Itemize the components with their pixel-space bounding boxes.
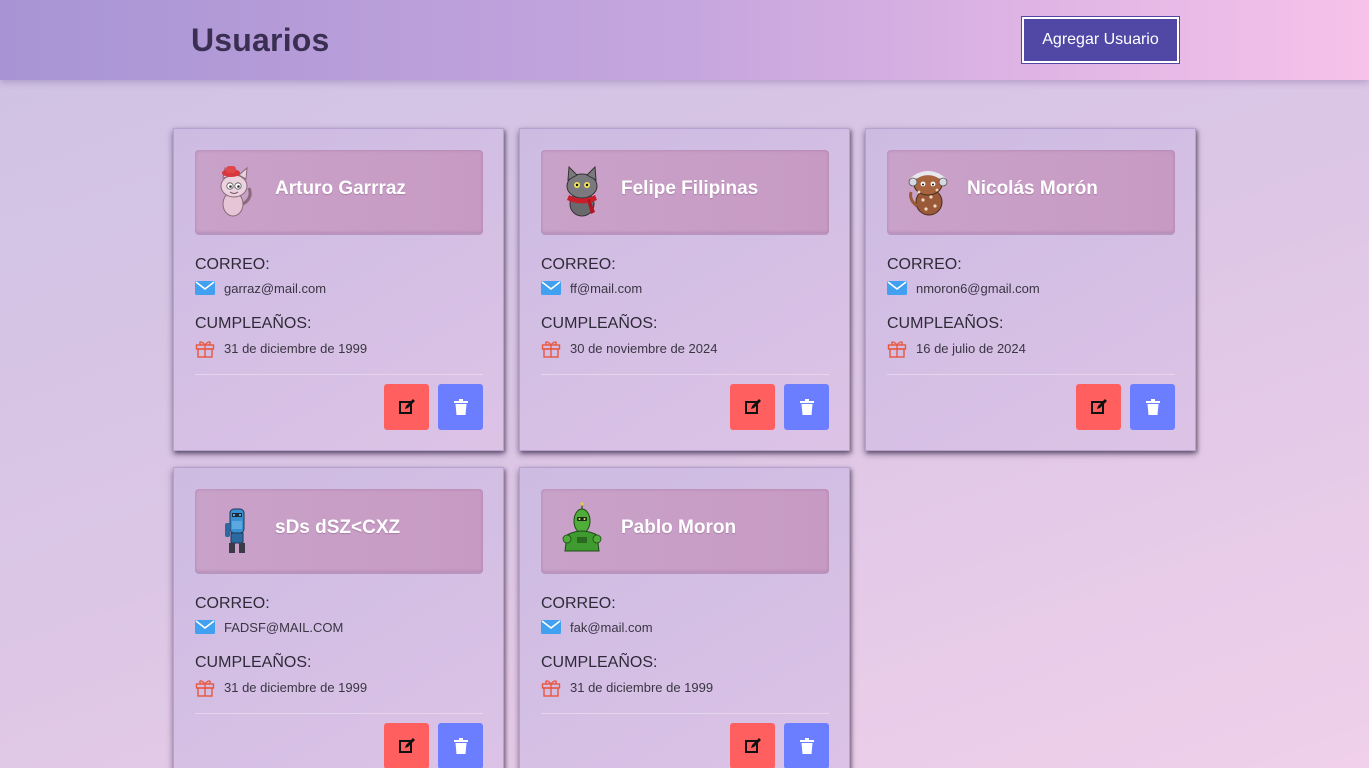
user-card: Arturo Garrraz CORREO: garraz@mail.com C… [173, 128, 504, 451]
email-label: CORREO: [195, 256, 270, 273]
email-value: ff@mail.com [570, 280, 643, 296]
delete-button[interactable] [438, 723, 483, 768]
email-value: nmoron6@gmail.com [916, 280, 1040, 296]
mail-icon [887, 281, 907, 295]
mail-icon [541, 281, 561, 295]
user-card: Felipe Filipinas CORREO: ff@mail.com CUM… [519, 128, 850, 451]
gift-icon [887, 340, 907, 358]
top-bar: Usuarios Agregar Usuario [0, 0, 1369, 80]
spotted-creature-avatar [901, 162, 955, 218]
birthday-value: 31 de diciembre de 1999 [570, 679, 714, 695]
mail-icon [195, 281, 215, 295]
user-name: Felipe Filipinas [621, 178, 759, 199]
email-row: ff@mail.com [541, 278, 642, 298]
card-header: Felipe Filipinas [541, 150, 829, 235]
edit-button[interactable] [730, 723, 775, 768]
birthday-row: 31 de diciembre de 1999 [195, 677, 367, 697]
pink-cat-avatar [209, 162, 263, 218]
delete-button[interactable] [438, 384, 483, 430]
divider [195, 713, 483, 714]
add-user-button[interactable]: Agregar Usuario [1021, 16, 1180, 64]
edit-button[interactable] [730, 384, 775, 430]
user-name: sDs dSZ<CXZ [275, 517, 401, 538]
birthday-label: CUMPLEAÑOS: [541, 654, 658, 671]
card-header: Pablo Moron [541, 489, 829, 574]
birthday-value: 30 de noviembre de 2024 [570, 340, 718, 356]
edit-icon [398, 738, 415, 753]
edit-button[interactable] [384, 384, 429, 430]
birthday-label: CUMPLEAÑOS: [195, 654, 312, 671]
trash-icon [799, 738, 814, 754]
email-row: nmoron6@gmail.com [887, 278, 1040, 298]
user-card: Pablo Moron CORREO: fak@mail.com CUMPLEA… [519, 467, 850, 768]
email-label: CORREO: [541, 256, 616, 273]
birthday-label: CUMPLEAÑOS: [887, 315, 1004, 332]
birthday-row: 16 de julio de 2024 [887, 338, 1026, 358]
edit-button[interactable] [1076, 384, 1121, 430]
gift-icon [541, 340, 561, 358]
trash-icon [1145, 399, 1160, 415]
card-header: Arturo Garrraz [195, 150, 483, 235]
divider [541, 713, 829, 714]
birthday-row: 30 de noviembre de 2024 [541, 338, 717, 358]
trash-icon [453, 738, 468, 754]
email-label: CORREO: [541, 595, 616, 612]
card-header: Nicolás Morón [887, 150, 1175, 235]
gray-cat-avatar [555, 162, 609, 218]
delete-button[interactable] [784, 384, 829, 430]
user-name: Arturo Garrraz [275, 178, 406, 199]
birthday-label: CUMPLEAÑOS: [195, 315, 312, 332]
gift-icon [195, 679, 215, 697]
card-header: sDs dSZ<CXZ [195, 489, 483, 574]
green-robot-avatar [555, 501, 609, 557]
gift-icon [541, 679, 561, 697]
edit-icon [398, 399, 415, 414]
email-value: fak@mail.com [570, 619, 653, 635]
edit-icon [744, 399, 761, 414]
birthday-value: 31 de diciembre de 1999 [224, 679, 368, 695]
email-value: garraz@mail.com [224, 280, 327, 296]
divider [195, 374, 483, 375]
gift-icon [195, 340, 215, 358]
mail-icon [195, 620, 215, 634]
birthday-row: 31 de diciembre de 1999 [541, 677, 713, 697]
edit-button[interactable] [384, 723, 429, 768]
email-label: CORREO: [887, 256, 962, 273]
delete-button[interactable] [1130, 384, 1175, 430]
divider [541, 374, 829, 375]
user-card: Nicolás Morón CORREO: nmoron6@gmail.com … [865, 128, 1196, 451]
edit-icon [744, 738, 761, 753]
user-name: Pablo Moron [621, 517, 737, 538]
email-row: FADSF@MAIL.COM [195, 617, 343, 637]
blue-robot-avatar [209, 501, 263, 557]
email-value: FADSF@MAIL.COM [224, 619, 344, 635]
email-row: garraz@mail.com [195, 278, 326, 298]
birthday-label: CUMPLEAÑOS: [541, 315, 658, 332]
user-name: Nicolás Morón [967, 178, 1098, 199]
divider [887, 374, 1175, 375]
user-card: sDs dSZ<CXZ CORREO: FADSF@MAIL.COM CUMPL… [173, 467, 504, 768]
email-row: fak@mail.com [541, 617, 653, 637]
email-label: CORREO: [195, 595, 270, 612]
page-title: Usuarios [191, 22, 330, 58]
trash-icon [799, 399, 814, 415]
trash-icon [453, 399, 468, 415]
delete-button[interactable] [784, 723, 829, 768]
birthday-value: 16 de julio de 2024 [916, 340, 1026, 356]
birthday-value: 31 de diciembre de 1999 [224, 340, 368, 356]
mail-icon [541, 620, 561, 634]
birthday-row: 31 de diciembre de 1999 [195, 338, 367, 358]
edit-icon [1090, 399, 1107, 414]
